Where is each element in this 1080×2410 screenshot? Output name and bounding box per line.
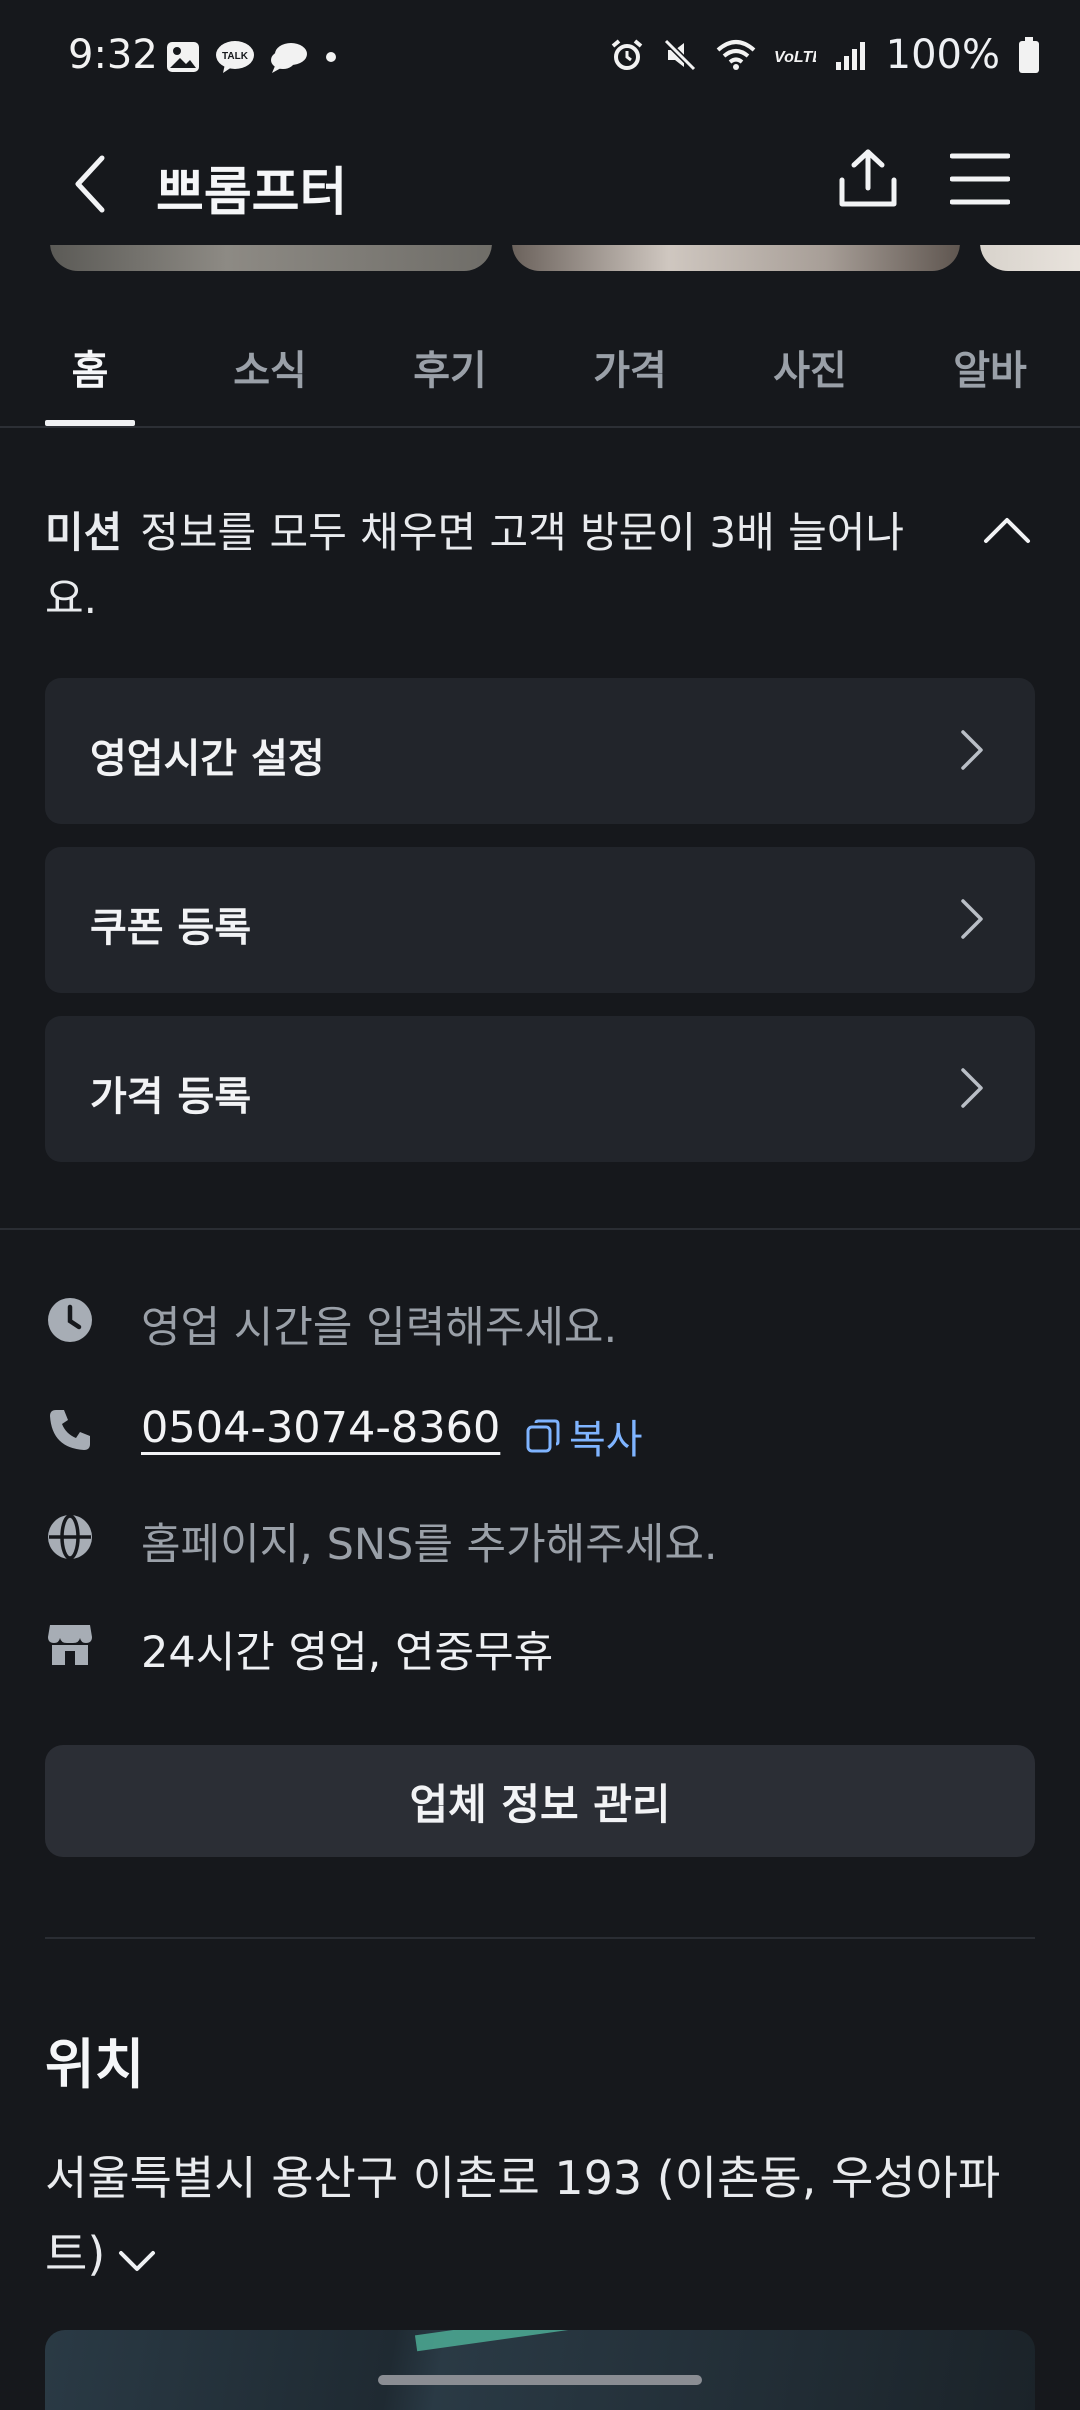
tab-jobs[interactable]: 알바 (930, 338, 1050, 396)
phone-icon (45, 1405, 95, 1455)
page-title: 쁘롬프터 (156, 163, 348, 223)
phone-row: 0504-3074-8360 복사 (45, 1395, 1035, 1465)
task-card-business-hours[interactable]: 영업시간 설정 (45, 678, 1035, 824)
system-icons: VoLTE 100% (610, 32, 1040, 78)
map-road (414, 2330, 636, 2352)
business-status-row: 24시간 영업, 연중무휴 (45, 1610, 1035, 1680)
back-arrow-icon (75, 155, 105, 213)
copy-label: 복사 (569, 1417, 643, 1463)
business-photo[interactable] (50, 245, 492, 271)
gallery-icon (165, 40, 201, 78)
hamburger-menu-icon (950, 153, 1010, 205)
business-hours-row[interactable]: 영업 시간을 입력해주세요. (45, 1285, 1035, 1355)
business-status-text: 24시간 영업, 연중무휴 (141, 1628, 554, 1678)
manage-business-info-button[interactable]: 업체 정보 관리 (45, 1745, 1035, 1857)
svg-text:VoLTE: VoLTE (774, 49, 816, 66)
status-time: 9:32 (68, 32, 158, 78)
tab-news[interactable]: 소식 (210, 338, 330, 396)
svg-text:TALK: TALK (222, 51, 249, 62)
chevron-right-icon (961, 899, 983, 939)
task-label: 가격 등록 (90, 1074, 252, 1120)
phone-number-link[interactable]: 0504-3074-8360 (141, 1403, 500, 1453)
signal-icon (834, 40, 868, 70)
business-hours-placeholder: 영업 시간을 입력해주세요. (141, 1303, 618, 1353)
task-card-coupon[interactable]: 쿠폰 등록 (45, 847, 1035, 993)
chevron-right-icon (961, 730, 983, 770)
tab-home[interactable]: 홈 (30, 338, 150, 396)
app-bar: 쁘롬프터 (0, 120, 1080, 250)
chat-icon (269, 40, 309, 78)
mute-icon (662, 37, 698, 73)
active-tab-indicator (45, 420, 135, 426)
store-icon (45, 1620, 95, 1670)
location-title: 위치 (45, 2033, 145, 2096)
mission-text: 미션 정보를 모두 채우면 고객 방문이 3배 늘어나요. (45, 500, 945, 632)
status-bar: 9:32 TALK VoLTE 100% (0, 0, 1080, 120)
homepage-row[interactable]: 홈페이지, SNS를 추가해주세요. (45, 1502, 1035, 1572)
alarm-icon (610, 38, 644, 72)
tab-prices[interactable]: 가격 (570, 338, 690, 396)
copy-icon (526, 1419, 560, 1453)
tab-reviews[interactable]: 후기 (390, 338, 510, 396)
home-indicator[interactable] (378, 2375, 702, 2385)
business-photo[interactable] (512, 245, 960, 271)
share-button[interactable] (828, 124, 908, 234)
tab-bar: 홈 소식 후기 가격 사진 알바 (0, 300, 1080, 428)
share-icon (839, 149, 897, 207)
back-button[interactable] (50, 134, 130, 234)
task-label: 영업시간 설정 (90, 736, 325, 782)
task-card-price[interactable]: 가격 등록 (45, 1016, 1035, 1162)
clock-icon (45, 1295, 95, 1345)
volte-icon: VoLTE (774, 40, 816, 70)
chevron-up-icon (984, 518, 1030, 543)
menu-button[interactable] (940, 124, 1020, 234)
tab-photos[interactable]: 사진 (750, 338, 870, 396)
address-row[interactable]: 서울특별시 용산구 이촌로 193 (이촌동, 우성아파트) (45, 2140, 1035, 2296)
chevron-down-icon (117, 2220, 157, 2296)
section-divider (45, 1937, 1035, 1939)
battery-text: 100% (885, 32, 1000, 78)
address-text: 서울특별시 용산구 이촌로 193 (이촌동, 우성아파트) (45, 2151, 1001, 2281)
copy-button[interactable]: 복사 (525, 1407, 643, 1465)
talk-icon: TALK (215, 40, 255, 78)
battery-icon (1018, 37, 1040, 73)
photo-strip (0, 245, 1080, 271)
chevron-right-icon (961, 1068, 983, 1108)
mission-label: 미션 (45, 508, 123, 557)
wifi-icon (716, 38, 756, 72)
map-preview[interactable] (45, 2330, 1035, 2410)
dot-icon (323, 49, 339, 69)
business-photo[interactable] (980, 245, 1080, 271)
mission-collapse-button[interactable] (975, 500, 1039, 560)
globe-icon (45, 1512, 95, 1562)
homepage-placeholder: 홈페이지, SNS를 추가해주세요. (141, 1520, 718, 1570)
section-divider (0, 1228, 1080, 1230)
mission-description: 정보를 모두 채우면 고객 방문이 3배 늘어나요. (45, 508, 904, 623)
notification-icons: TALK (165, 40, 339, 78)
task-label: 쿠폰 등록 (90, 905, 252, 951)
